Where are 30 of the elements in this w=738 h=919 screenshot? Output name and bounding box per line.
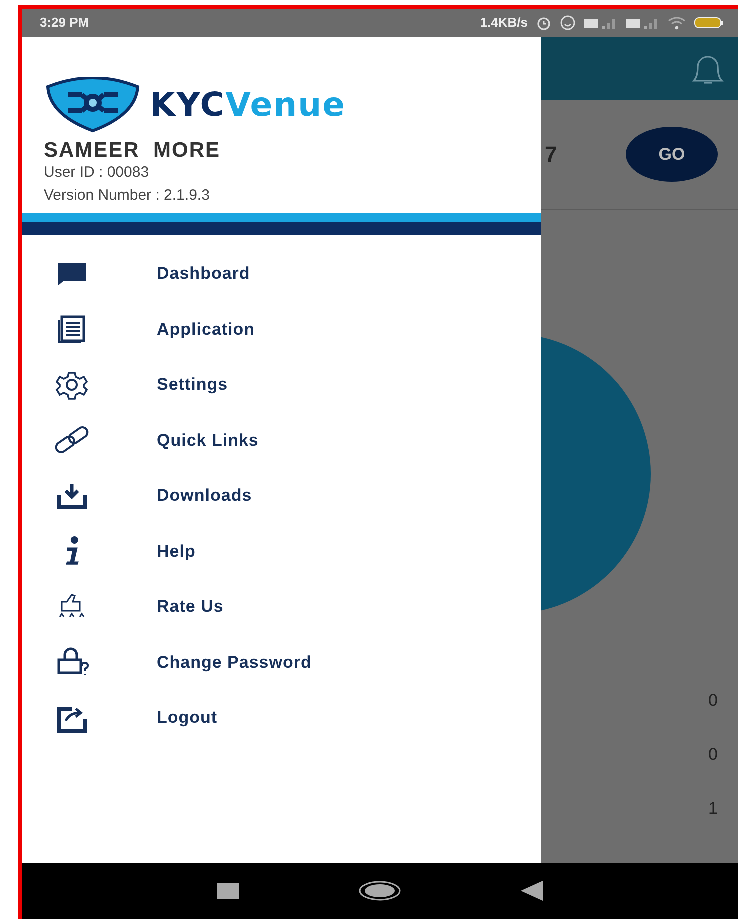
smiley-icon [560,15,576,31]
wifi-icon [668,16,686,30]
menu-item[interactable]: Dashboard [157,261,250,287]
signal-icon [626,16,660,30]
count-value: 1 [708,800,718,817]
shield-logo-icon [44,77,142,133]
logo-text: KYCVenue [150,84,346,126]
menu-item[interactable]: Help [157,538,196,564]
alarm-icon [536,15,552,31]
menu-item[interactable]: Rate Us [157,594,224,620]
info-icon [65,536,80,566]
user-name: SAMEER MORE [44,139,222,162]
menu-item[interactable]: Downloads [157,483,252,509]
battery-icon [694,16,724,30]
menu-item[interactable]: Application [157,316,256,342]
version-number: Version Number : 2.1.9.3 [44,186,211,206]
status-time: 3:29 PM [40,14,90,32]
go-button[interactable]: GO [626,127,718,182]
menu-item[interactable]: Change Password [157,650,312,676]
menu-item[interactable]: Quick Links [157,428,259,454]
signal-icon [584,16,618,30]
menu-item[interactable]: Logout [157,705,218,731]
home-icon[interactable] [359,881,401,901]
count-value: 0 [708,692,718,709]
user-id: User ID : 00083 [44,163,150,184]
menu-item[interactable]: Settings [157,372,228,398]
back-icon[interactable] [521,881,543,901]
partial-text: 7 [545,141,558,169]
network-speed: 1.4KB/s [480,14,528,32]
count-value: 0 [708,746,718,763]
